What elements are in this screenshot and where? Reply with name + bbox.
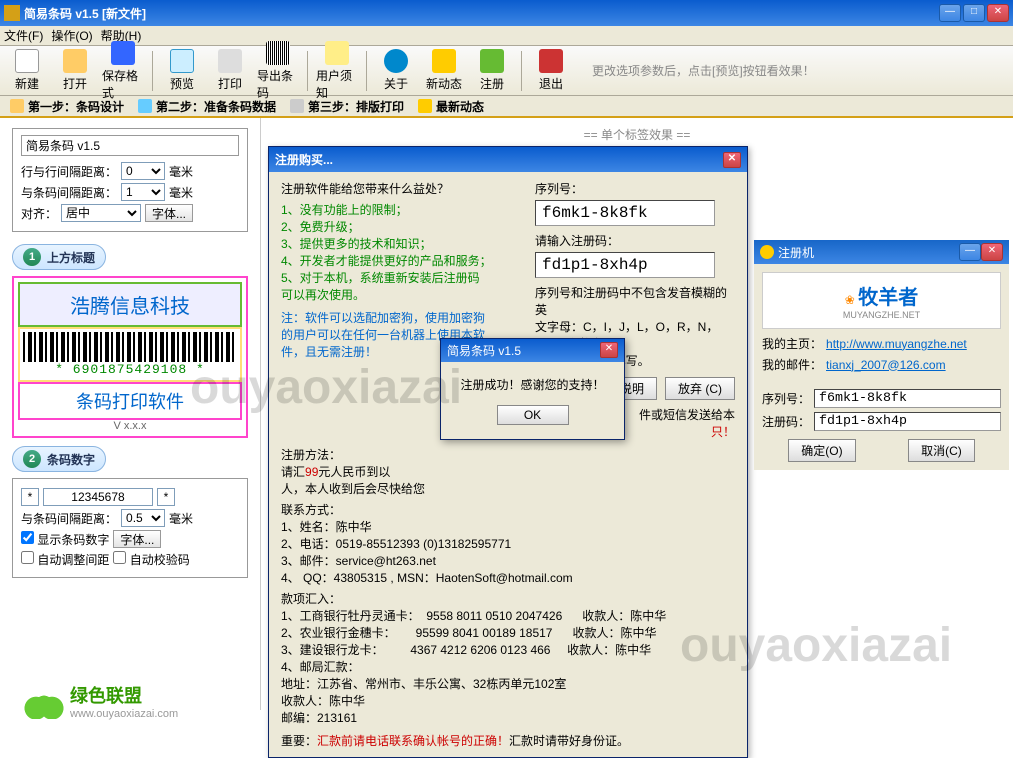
barcgap-input[interactable]: 1 [121, 183, 165, 201]
msgbox-text: 注册成功！感谢您的支持！ [451, 376, 614, 393]
toolbar: 新建 打开 保存格式 预览 打印 导出条码 用户须知 关于 新动态 注册 退出 … [0, 46, 1013, 96]
success-messagebox: 简易条码 v1.5 ✕ 注册成功！感谢您的支持！ OK [440, 338, 625, 440]
toolbar-hint: 更改选项参数后，点击[预览]按钮看效果！ [592, 62, 815, 79]
bubble-title: 1上方标题 [12, 244, 106, 270]
menubar: 文件(F) 操作(O) 帮助(H) [0, 26, 1013, 46]
window-titlebar: 简易条码 v1.5 [新文件] — □ ✕ [0, 0, 1013, 26]
msgbox-close[interactable]: ✕ [600, 342, 618, 358]
register-dialog-title[interactable]: 注册购买... ✕ [269, 147, 747, 172]
tb-about[interactable]: 关于 [373, 47, 419, 94]
tb-exit[interactable]: 退出 [528, 47, 574, 94]
version-text: V x.x.x [18, 420, 242, 432]
barcgap2-input[interactable]: 0.5 [121, 509, 165, 527]
barcode-lines [23, 332, 237, 362]
giveup-button[interactable]: 放弃 (C) [665, 377, 735, 400]
tab-news[interactable]: 最新动态 [412, 96, 490, 117]
tab-step2[interactable]: 第二步：准备条码数据 [132, 96, 282, 117]
bubble-digits: 2条码数字 [12, 446, 106, 472]
tb-news[interactable]: 新动态 [421, 47, 467, 94]
suffix-input[interactable] [157, 488, 175, 506]
company-text: 浩腾信息科技 [18, 282, 242, 327]
left-panel: 简易条码 v1.5 行与行间隔距离： 0 毫米 与条码间隔距离： 1 毫米 对齐… [0, 118, 260, 710]
align-select[interactable]: 居中 [61, 204, 141, 222]
product-name: 条码打印软件 [18, 382, 242, 420]
footer-logo: 绿色联盟 www.ouyaoxiazai.com [24, 682, 178, 720]
menu-operate[interactable]: 操作(O) [51, 27, 92, 44]
close-button[interactable]: ✕ [987, 4, 1009, 22]
rowgap-input[interactable]: 0 [121, 162, 165, 180]
keygen-home-link[interactable]: http://www.muyangzhe.net [826, 337, 967, 351]
keygen-mail-link[interactable]: tianxj_2007@126.com [826, 358, 946, 372]
kg-code-input[interactable] [814, 412, 1001, 431]
tb-export[interactable]: 导出条码 [255, 39, 301, 103]
kg-ok-button[interactable]: 确定(O) [788, 439, 855, 462]
keygen-icon [760, 245, 774, 259]
step-tabs: 第一步：条码设计 第二步：准备条码数据 第三步：排版打印 最新动态 [0, 96, 1013, 118]
maximize-button[interactable]: □ [963, 4, 985, 22]
barcgap-label: 与条码间隔距离： [21, 184, 117, 201]
show-digits-check[interactable]: 显示条码数字 [21, 531, 109, 548]
tb-savefmt[interactable]: 保存格式 [100, 39, 146, 103]
autochk-check[interactable]: 自动校验码 [113, 551, 189, 568]
tb-open[interactable]: 打开 [52, 47, 98, 94]
effect-title: == 单个标签效果 == [281, 126, 993, 143]
keygen-window: 注册机 — ✕ ❀ 牧羊者 MUYANGZHE.NET 我的主页：http://… [754, 240, 1009, 470]
barcode-number-text: * 6901875429108 * [23, 362, 237, 377]
msgbox-title[interactable]: 简易条码 v1.5 ✕ [441, 339, 624, 362]
label-preview: 浩腾信息科技 * 6901875429108 * 条码打印软件 V x.x.x [12, 276, 248, 438]
kg-close[interactable]: ✕ [981, 243, 1003, 261]
serial-field[interactable] [535, 200, 715, 226]
digits-input[interactable] [43, 488, 153, 506]
regcode-field[interactable] [535, 252, 715, 278]
align-label: 对齐： [21, 205, 57, 222]
menu-file[interactable]: 文件(F) [4, 27, 43, 44]
tb-notice[interactable]: 用户须知 [314, 39, 360, 103]
font-button-1[interactable]: 字体... [145, 204, 193, 222]
leaf-icon [24, 683, 64, 719]
kg-serial-input[interactable] [814, 389, 1001, 408]
tab-step3[interactable]: 第三步：排版打印 [284, 96, 410, 117]
prefix-input[interactable] [21, 488, 39, 506]
barcode-preview: * 6901875429108 * [18, 327, 242, 382]
kg-cancel-button[interactable]: 取消(C) [908, 439, 975, 462]
register-close-button[interactable]: ✕ [723, 152, 741, 168]
minimize-button[interactable]: — [939, 4, 961, 22]
tab-step1[interactable]: 第一步：条码设计 [4, 96, 130, 117]
kg-min[interactable]: — [959, 243, 981, 261]
window-title: 简易条码 v1.5 [新文件] [24, 5, 939, 22]
tb-print[interactable]: 打印 [207, 47, 253, 94]
tb-preview[interactable]: 预览 [159, 47, 205, 94]
rowgap-label: 行与行间隔距离： [21, 163, 117, 180]
keygen-logo: ❀ 牧羊者 MUYANGZHE.NET [762, 272, 1001, 329]
app-name-field: 简易条码 v1.5 [21, 135, 239, 156]
keygen-titlebar[interactable]: 注册机 — ✕ [754, 240, 1009, 264]
autogap-check[interactable]: 自动调整间距 [21, 551, 109, 568]
tb-new[interactable]: 新建 [4, 47, 50, 94]
font-button-2[interactable]: 字体... [113, 530, 161, 548]
app-icon [4, 5, 20, 21]
register-dialog: 注册购买... ✕ 注册软件能给您带来什么益处？ 1、没有功能上的限制； 2、免… [268, 146, 748, 758]
msgbox-ok-button[interactable]: OK [497, 405, 569, 425]
tb-register[interactable]: 注册 [469, 47, 515, 94]
